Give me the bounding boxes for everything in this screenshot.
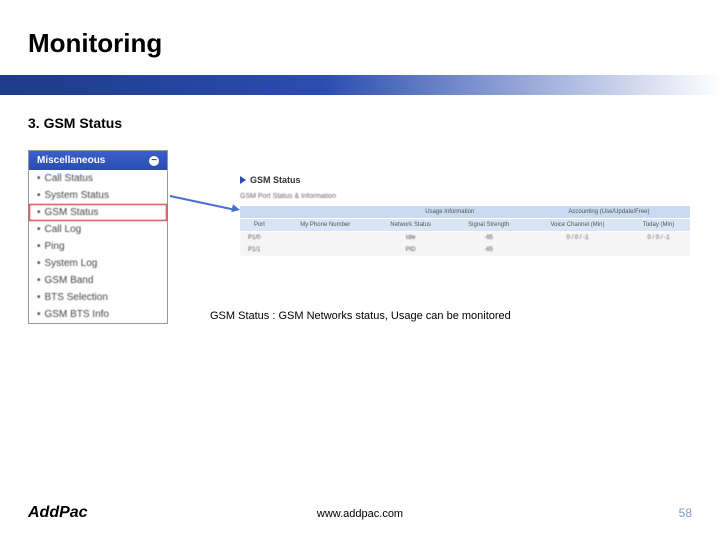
- sidebar-item-system-status[interactable]: System Status: [29, 187, 167, 204]
- cell-voice: [528, 244, 627, 256]
- th-net: Network Status: [372, 219, 450, 232]
- th-port: Port: [240, 219, 279, 232]
- sidebar-item-call-status[interactable]: Call Status: [29, 170, 167, 187]
- sidebar-menu: Miscellaneous − Call Status System Statu…: [28, 150, 168, 324]
- status-table: Usage Information Accounting (Use/Update…: [240, 206, 690, 256]
- th-today: Today (Min): [627, 219, 690, 232]
- slide-header: Monitoring: [0, 0, 720, 90]
- title-underline: [0, 75, 720, 95]
- sidebar-item-gsm-bts-info[interactable]: GSM BTS Info: [29, 306, 167, 323]
- panel-subtitle: GSM Port Status & Information: [240, 193, 690, 200]
- sidebar-item-bts-selection[interactable]: BTS Selection: [29, 289, 167, 306]
- sidebar-item-ping[interactable]: Ping: [29, 238, 167, 255]
- slide-title: Monitoring: [28, 28, 162, 59]
- footer-url: www.addpac.com: [0, 508, 720, 520]
- table-row: P1/0 Idle -65 0 / 0 / -1 0 / 0 / -1: [240, 232, 690, 245]
- th-signal: Signal Strength: [450, 219, 528, 232]
- th-group-accounting: Accounting (Use/Update/Free): [528, 206, 690, 219]
- pointer-arrow-line: [170, 195, 234, 210]
- caption-text: GSM Status : GSM Networks status, Usage …: [210, 310, 511, 322]
- cell-signal: -65: [450, 232, 528, 245]
- cell-num: [279, 244, 372, 256]
- panel-arrow-icon: [240, 176, 246, 184]
- cell-status: PID: [372, 244, 450, 256]
- cell-today: [627, 244, 690, 256]
- cell-voice: 0 / 0 / -1: [528, 232, 627, 245]
- sidebar-item-system-log[interactable]: System Log: [29, 255, 167, 272]
- cell-today: 0 / 0 / -1: [627, 232, 690, 245]
- th-phone: My Phone Number: [279, 219, 372, 232]
- sidebar-item-gsm-status[interactable]: GSM Status: [29, 204, 167, 221]
- sidebar-header[interactable]: Miscellaneous −: [29, 151, 167, 170]
- cell-status: Idle: [372, 232, 450, 245]
- page-number: 58: [679, 506, 692, 520]
- sidebar-title: Miscellaneous: [37, 155, 105, 166]
- cell-signal: -65: [450, 244, 528, 256]
- table-row: P1/1 PID -65: [240, 244, 690, 256]
- th-group-blank: [240, 206, 372, 219]
- sidebar-item-gsm-band[interactable]: GSM Band: [29, 272, 167, 289]
- sidebar-item-call-log[interactable]: Call Log: [29, 221, 167, 238]
- gsm-status-panel: GSM Status GSM Port Status & Information…: [240, 175, 690, 256]
- th-voice: Voice Channel (Min): [528, 219, 627, 232]
- section-heading: 3. GSM Status: [28, 115, 122, 131]
- cell-port: P1/0: [240, 232, 279, 245]
- panel-title: GSM Status: [250, 175, 301, 185]
- th-group-usage: Usage Information: [372, 206, 528, 219]
- cell-num: [279, 232, 372, 245]
- cell-port: P1/1: [240, 244, 279, 256]
- collapse-icon[interactable]: −: [149, 156, 159, 166]
